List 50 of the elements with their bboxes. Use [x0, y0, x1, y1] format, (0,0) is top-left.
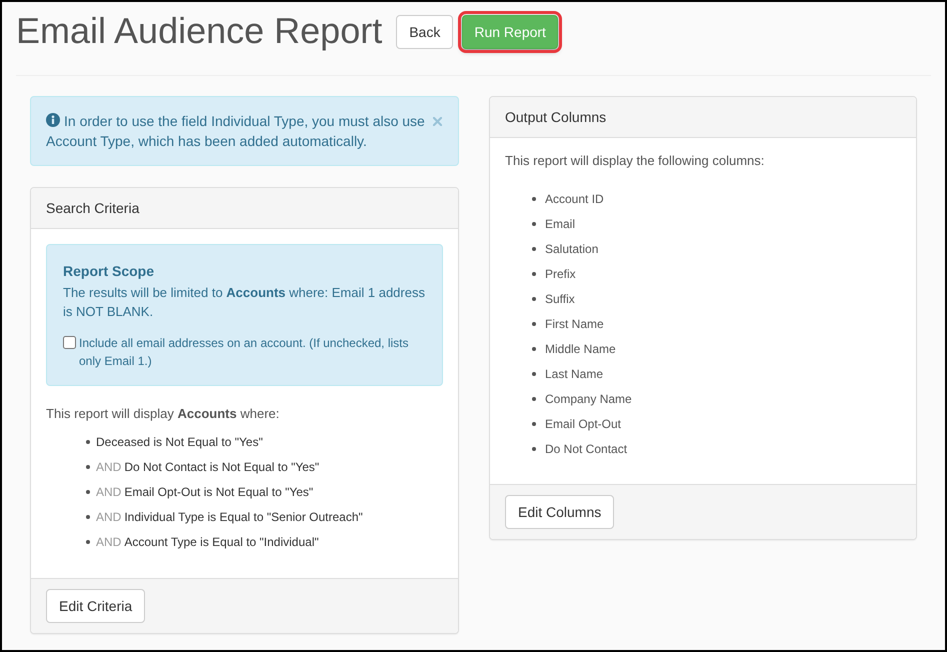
bullet-icon	[532, 222, 536, 226]
bullet-icon	[532, 247, 536, 251]
page-title: Email Audience Report	[16, 9, 382, 53]
columns-intro: This report will display the following columns:	[505, 152, 766, 170]
panel-title: Search Criteria	[46, 200, 140, 216]
condition-text: Individual Type is Equal to "Senior Outreach"	[124, 509, 363, 526]
bullet-icon	[532, 272, 536, 276]
bullet-icon	[86, 540, 90, 544]
back-button[interactable]: Back	[396, 15, 454, 49]
condition-text: Email Opt-Out is Not Equal to "Yes"	[124, 484, 314, 501]
and-connector: AND	[96, 484, 122, 501]
include-all-emails-checkbox[interactable]	[63, 336, 76, 349]
column-name: First Name	[545, 316, 604, 333]
bullet-icon	[532, 447, 536, 451]
column-name: Do Not Contact	[545, 441, 628, 458]
bullet-icon	[532, 197, 536, 201]
bullet-icon	[532, 422, 536, 426]
bullet-icon	[532, 297, 536, 301]
report-scope-text: The results will be limited to Accounts where: Email 1 address is NOT BLANK.	[63, 284, 426, 321]
report-scope-title: Report Scope	[63, 262, 156, 281]
edit-criteria-button[interactable]: Edit Criteria	[46, 589, 146, 623]
column-name: Suffix	[545, 291, 575, 308]
alert-message: In order to use the field Individual Type, you must also use Account Type, which has been added automatically.	[46, 112, 426, 151]
panel-title: Output Columns	[505, 109, 606, 125]
bullet-icon	[532, 347, 536, 351]
bullet-icon	[532, 397, 536, 401]
column-name: Email Opt-Out	[545, 416, 622, 433]
edit-columns-button[interactable]: Edit Columns	[505, 495, 614, 529]
column-name: Company Name	[545, 391, 632, 408]
criteria-intro: This report will display Accounts where:	[46, 405, 280, 423]
bullet-icon	[532, 322, 536, 326]
condition-text: Account Type is Equal to "Individual"	[124, 534, 319, 551]
bullet-icon	[532, 372, 536, 376]
column-name: Salutation	[545, 241, 598, 258]
bullet-icon	[86, 440, 90, 444]
condition-text: Deceased is Not Equal to "Yes"	[96, 434, 263, 451]
and-connector: AND	[96, 459, 122, 476]
bullet-icon	[86, 490, 90, 494]
checkbox-label: Include all email addresses on an account. (If unchecked, lists only Email 1.)	[79, 335, 410, 370]
bullet-icon	[86, 515, 90, 519]
bullet-icon	[86, 465, 90, 469]
column-name: Account ID	[545, 191, 604, 208]
column-name: Last Name	[545, 366, 604, 383]
and-connector: AND	[96, 509, 122, 526]
condition-text: Do Not Contact is Not Equal to "Yes"	[124, 459, 320, 476]
column-name: Prefix	[545, 266, 576, 283]
column-name: Middle Name	[545, 341, 616, 358]
column-name: Email	[545, 216, 576, 233]
info-icon	[46, 113, 60, 127]
and-connector: AND	[96, 534, 122, 551]
